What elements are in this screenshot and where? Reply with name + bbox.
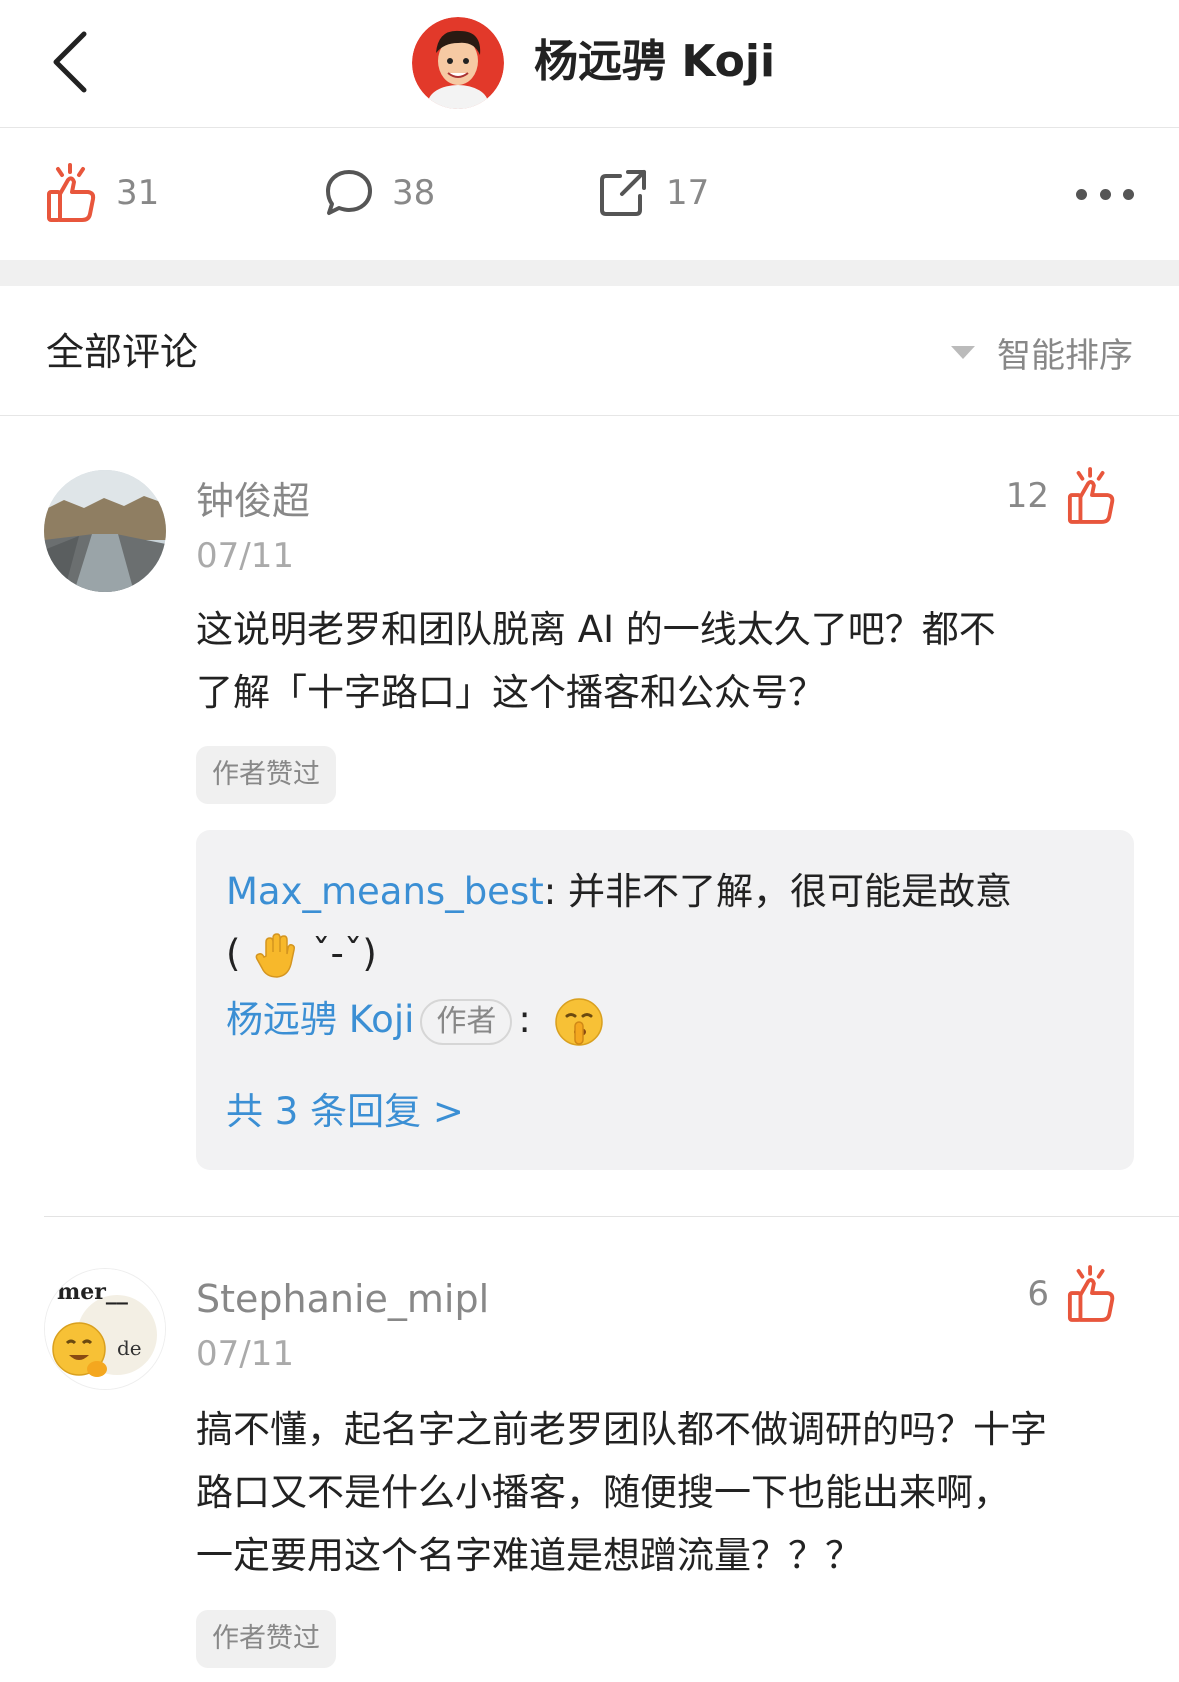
commenter-avatar[interactable]: [44, 470, 166, 592]
more-dot-icon: [1076, 188, 1087, 200]
post-actions: 31 38 17: [0, 128, 1179, 260]
comment-like-button[interactable]: 6: [1027, 1264, 1117, 1324]
reply-separator: :: [543, 870, 568, 913]
avatar-text: mer__: [57, 1279, 128, 1305]
section-separator: [0, 260, 1179, 286]
comment-text-line: 了解「十字路口」这个播客和公众号？: [196, 671, 825, 714]
comment-text-line: 这说明老罗和团队脱离 AI 的一线太久了吧？都不: [196, 608, 996, 651]
share-button[interactable]: 17: [598, 158, 709, 228]
sort-label: 智能排序: [997, 335, 1133, 376]
reply-text: ˇ-ˇ): [311, 932, 377, 975]
like-count: 31: [116, 173, 160, 213]
commenter-avatar[interactable]: mer__ de: [44, 1268, 166, 1390]
reply-item: 杨远骋 Koji 作者:: [226, 992, 605, 1048]
comment-like-count: 12: [1005, 476, 1049, 516]
back-arrow-icon[interactable]: [46, 26, 106, 98]
comment-text: 搞不懂，起名字之前老罗团队都不做调研的吗？十字 路口又不是什么小播客，随便搜一下…: [196, 1398, 1136, 1587]
comments-title: 全部评论: [46, 330, 199, 374]
comment-bubble-icon: [326, 170, 372, 215]
top-bar: 杨远骋 Koji: [0, 0, 1179, 128]
comment-divider: [44, 1216, 1179, 1217]
author-name[interactable]: 杨远骋 Koji: [534, 32, 775, 92]
comment-button[interactable]: 38: [324, 158, 1179, 228]
reply-separator: :: [518, 998, 531, 1041]
thumbs-up-icon: [1067, 467, 1115, 524]
comment-count: 38: [392, 173, 436, 213]
comment-text-line: 路口又不是什么小播客，随便搜一下也能出来啊，: [196, 1471, 1010, 1514]
view-all-replies-link[interactable]: 共 3 条回复 >: [226, 1084, 464, 1140]
shushing-face-emoji-icon: [554, 997, 603, 1046]
share-icon: [600, 170, 646, 216]
more-options-button[interactable]: [1076, 180, 1134, 208]
comment-like-button[interactable]: 12: [1006, 466, 1117, 526]
raised-hand-emoji-icon: [255, 932, 296, 978]
reply-username[interactable]: 杨远骋 Koji: [226, 998, 414, 1041]
share-count: 17: [666, 173, 710, 213]
reply-text: 并非不了解，很可能是故意: [567, 870, 1012, 913]
author-avatar[interactable]: [412, 17, 504, 109]
comment-text-line: 一定要用这个名字难道是想蹭流量？？？: [196, 1534, 862, 1577]
sort-dropdown[interactable]: 智能排序: [951, 326, 1133, 378]
like-button[interactable]: 31: [46, 158, 159, 228]
comments-header: 全部评论 智能排序: [0, 286, 1179, 416]
comment-like-count: 6: [1027, 1274, 1049, 1314]
author-liked-badge: 作者赞过: [196, 1610, 336, 1668]
author-liked-badge: 作者赞过: [196, 746, 336, 804]
commenter-name[interactable]: 钟俊超: [196, 476, 310, 526]
thumbs-up-icon: [47, 163, 96, 222]
reply-preview[interactable]: Max_means_best: 并非不了解，很可能是故意 ( ˇ-ˇ) 杨远骋 …: [196, 830, 1134, 1170]
avatar-text: de: [117, 1336, 142, 1360]
reply-text: (: [226, 932, 241, 975]
caret-down-icon: [951, 345, 975, 359]
comment-date: 07/11: [196, 536, 294, 576]
thumbs-up-icon: [1067, 1265, 1115, 1322]
reply-username[interactable]: Max_means_best: [226, 870, 544, 913]
commenter-name[interactable]: Stephanie_mipl: [196, 1274, 489, 1324]
comment-date: 07/11: [196, 1334, 294, 1374]
comment-text: 这说明老罗和团队脱离 AI 的一线太久了吧？都不 了解「十字路口」这个播客和公众…: [196, 598, 1136, 724]
reply-item: Max_means_best: 并非不了解，很可能是故意: [226, 864, 1012, 920]
comment-text-line: 搞不懂，起名字之前老罗团队都不做调研的吗？十字: [196, 1408, 1047, 1451]
more-dot-icon: [1123, 188, 1134, 200]
reply-item-continued: ( ˇ-ˇ): [226, 926, 377, 982]
author-tag: 作者: [420, 998, 513, 1045]
more-dot-icon: [1099, 188, 1111, 200]
